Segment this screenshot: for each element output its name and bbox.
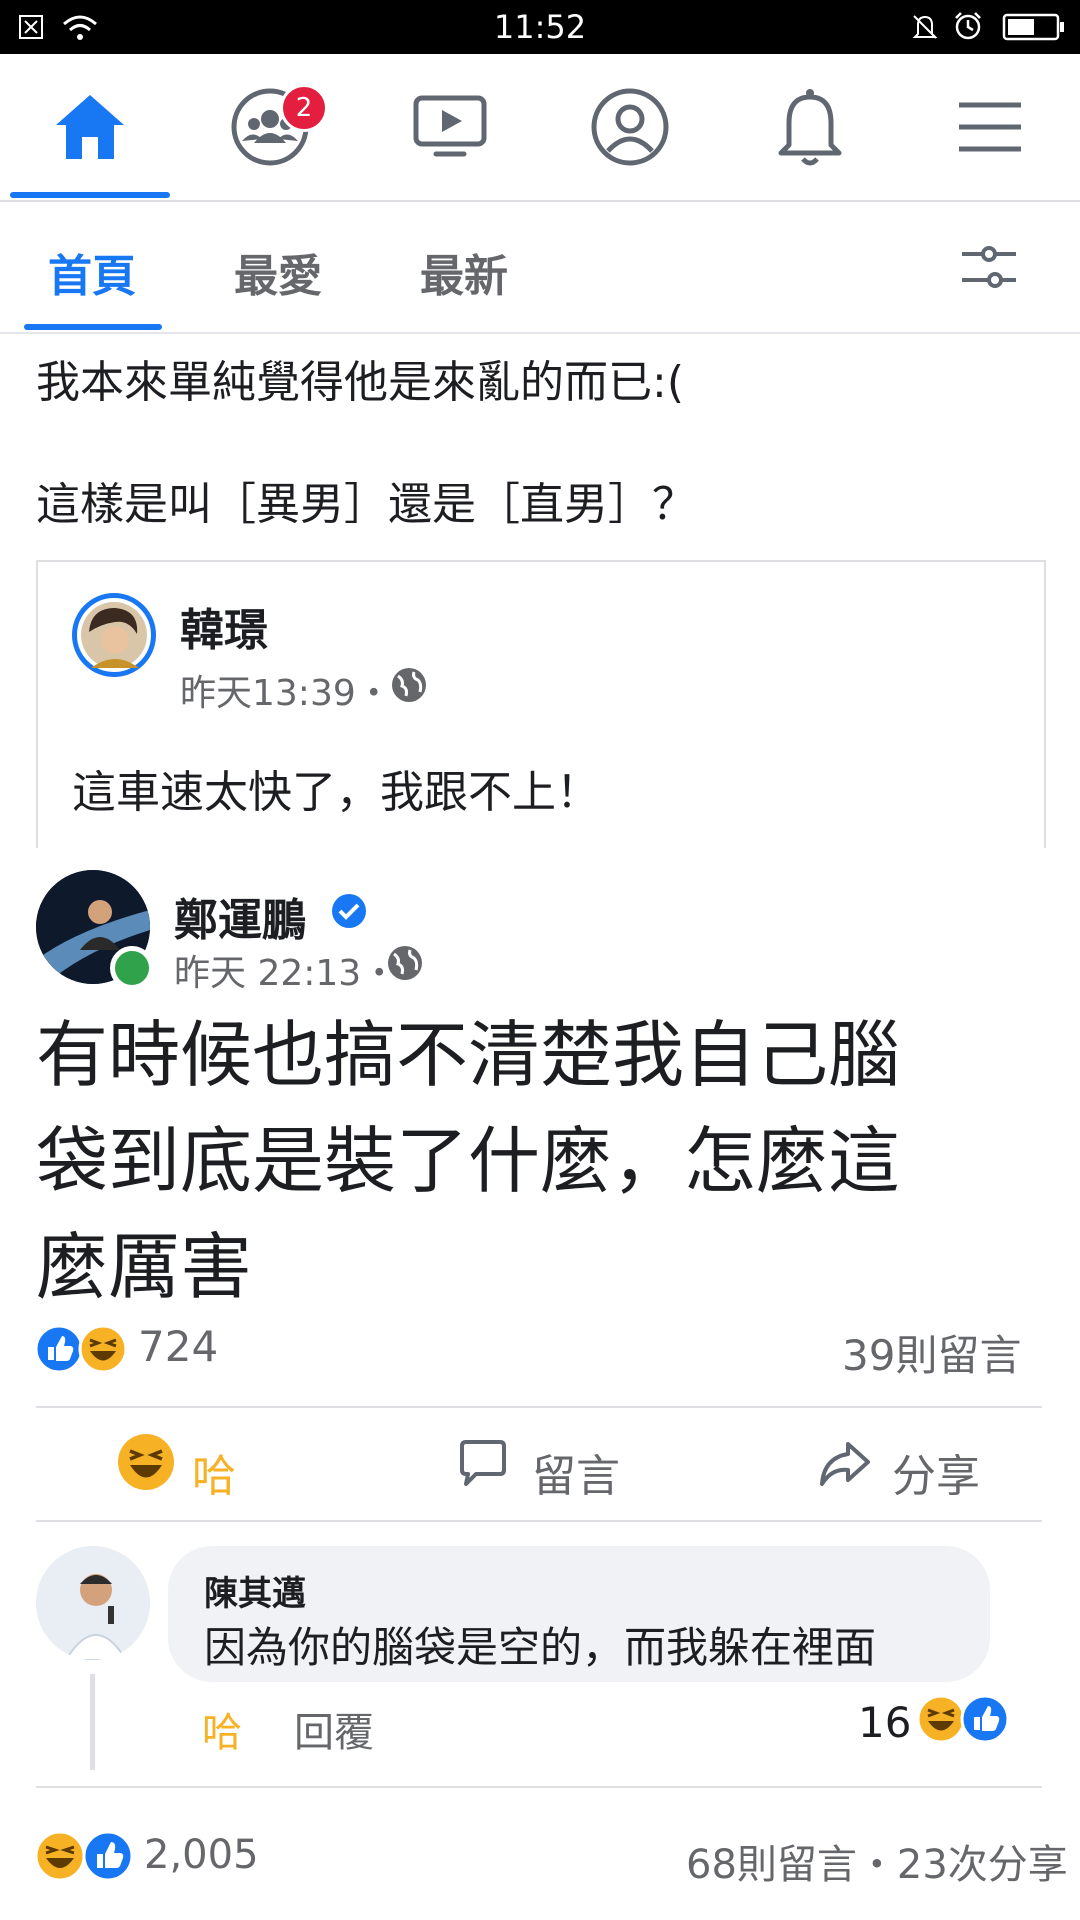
inner-reaction-count[interactable]: 724 xyxy=(138,1322,218,1371)
nav-watch[interactable] xyxy=(360,54,540,200)
share-icon[interactable] xyxy=(818,1438,872,1492)
haha-reaction-icon xyxy=(916,1694,966,1744)
filter-icon[interactable] xyxy=(958,242,1020,292)
inner-author-name[interactable]: 鄭運鵬 xyxy=(174,884,306,948)
home-icon xyxy=(56,95,124,159)
feed-tabs: 首頁 最愛 最新 xyxy=(0,202,1080,334)
mute-bell-icon xyxy=(912,15,938,39)
nav-groups[interactable] xyxy=(180,54,360,200)
post-comments-shares[interactable]: 68則留言・23次分享 xyxy=(686,1832,1068,1890)
shared-post-text: 這車速太快了，我跟不上！ xyxy=(72,767,600,818)
inner-post-time: 昨天 22:13・ xyxy=(174,953,398,994)
inner-post-text-line-1: 有時候也搞不清楚我自己腦 xyxy=(36,1013,901,1097)
status-bar: 11:52 xyxy=(0,0,1080,54)
groups-badge: 2 xyxy=(280,84,328,132)
comment-haha-link[interactable]: 哈 xyxy=(202,1700,242,1758)
tab-favorites[interactable]: 最愛 xyxy=(234,240,322,304)
like-reaction-icon xyxy=(82,1830,134,1882)
globe-icon xyxy=(388,946,422,980)
inner-post-text-line-2: 袋到底是裝了什麼，怎麼這 xyxy=(36,1119,901,1203)
post-text-line-2: 這樣是叫［異男］還是［直男］？ xyxy=(36,479,696,530)
like-reaction-icon xyxy=(34,1324,84,1374)
comment-reply-link[interactable]: 回覆 xyxy=(294,1700,374,1758)
watch-icon xyxy=(413,95,487,157)
shared-post-time: 昨天13:39・ xyxy=(180,673,392,714)
battery-icon xyxy=(1002,13,1064,41)
tab-recent[interactable]: 最新 xyxy=(420,240,508,304)
divider xyxy=(36,1520,1042,1522)
profile-icon xyxy=(591,88,669,166)
nav-active-indicator xyxy=(10,192,170,198)
avatar-photo xyxy=(81,602,147,668)
nav-menu[interactable] xyxy=(900,54,1080,200)
menu-icon xyxy=(959,102,1021,152)
inner-comment-count[interactable]: 39則留言 xyxy=(842,1322,1021,1383)
inner-post-text-line-3: 麼厲害 xyxy=(36,1225,253,1309)
share-action-label[interactable]: 分享 xyxy=(892,1440,980,1504)
main-nav: 2 xyxy=(0,54,1080,202)
tab-home[interactable]: 首頁 xyxy=(48,240,136,304)
shared-author-name[interactable]: 韓璟 xyxy=(180,594,268,658)
post-reaction-count[interactable]: 2,005 xyxy=(144,1832,259,1878)
globe-icon xyxy=(392,668,426,702)
haha-reaction-icon xyxy=(34,1830,86,1882)
nav-home[interactable] xyxy=(0,54,180,200)
like-reaction-icon xyxy=(960,1694,1010,1744)
haha-reaction-icon[interactable] xyxy=(116,1432,176,1492)
alarm-icon xyxy=(955,12,981,40)
avatar-photo xyxy=(36,1546,150,1660)
tab-active-indicator xyxy=(24,324,162,330)
online-indicator xyxy=(110,946,154,990)
haha-action-label[interactable]: 哈 xyxy=(192,1440,236,1504)
divider xyxy=(36,1786,1042,1788)
commenter-avatar[interactable] xyxy=(36,1546,150,1660)
post-text-line-1: 我本來單純覺得他是來亂的而已:( xyxy=(36,357,684,408)
divider xyxy=(36,1406,1042,1408)
comment-icon[interactable] xyxy=(456,1438,510,1492)
shared-author-avatar[interactable] xyxy=(72,593,156,677)
comment-reaction-count[interactable]: 16 xyxy=(858,1698,911,1747)
haha-reaction-icon xyxy=(78,1324,128,1374)
comment-text: 因為你的腦袋是空的，而我躲在裡面 xyxy=(204,1623,877,1672)
notifications-icon xyxy=(778,89,842,166)
nav-notifications[interactable] xyxy=(720,54,900,200)
thread-line xyxy=(90,1674,95,1770)
nav-profile[interactable] xyxy=(540,54,720,200)
comment-author[interactable]: 陳其邁 xyxy=(204,1566,306,1615)
verified-badge-icon xyxy=(332,894,366,928)
comment-action-label[interactable]: 留言 xyxy=(532,1440,620,1504)
